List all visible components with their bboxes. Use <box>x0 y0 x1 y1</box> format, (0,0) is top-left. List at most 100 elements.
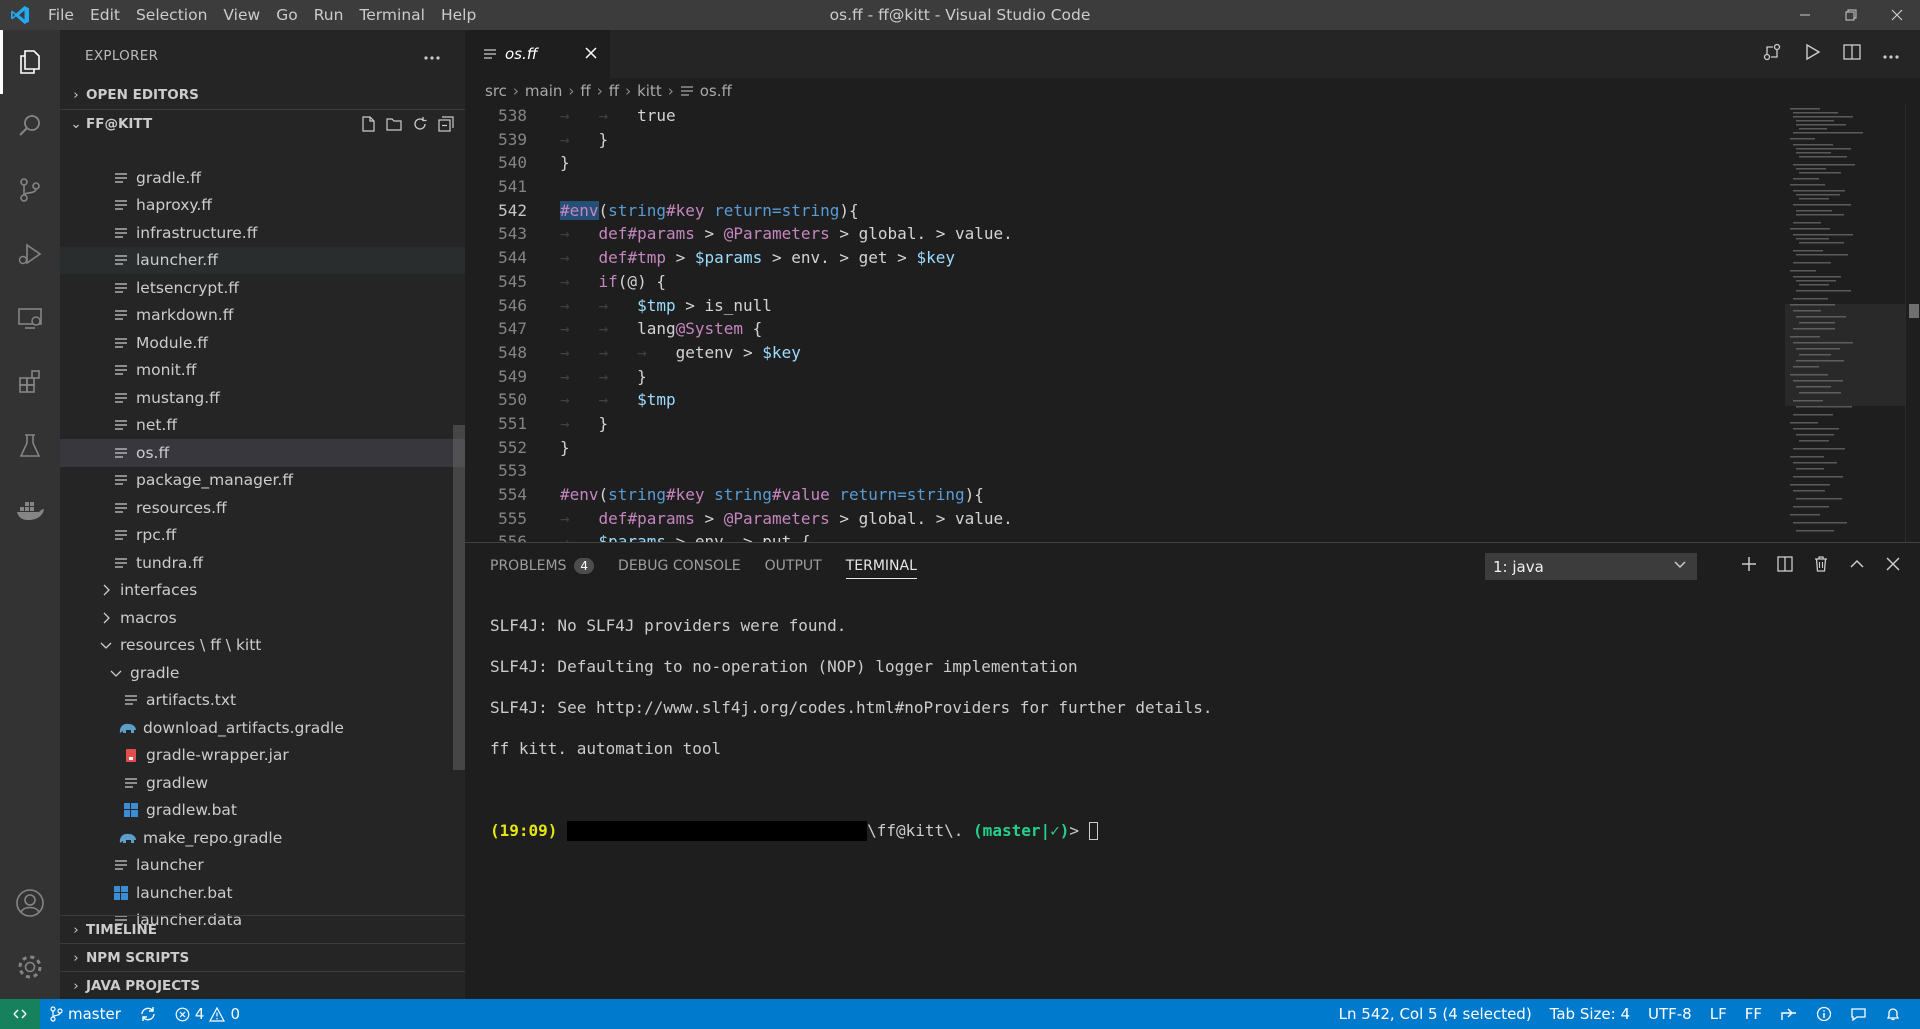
collapse-folders-button[interactable] <box>437 115 455 133</box>
folder-item-macros[interactable]: macros <box>60 604 465 632</box>
file-item[interactable]: artifacts.txt <box>60 687 465 715</box>
tab-os-ff[interactable]: os.ff <box>465 30 610 78</box>
file-item[interactable]: rpc.ff <box>60 522 465 550</box>
tab-terminal[interactable]: TERMINAL <box>845 543 918 588</box>
menu-edit[interactable]: Edit <box>82 0 128 30</box>
activity-manage[interactable] <box>0 935 60 999</box>
tab-problems[interactable]: PROBLEMS 4 <box>490 543 595 588</box>
encoding[interactable]: UTF-8 <box>1639 999 1701 1029</box>
new-folder-button[interactable] <box>385 115 403 133</box>
folder-item-gradle[interactable]: gradle <box>60 659 465 687</box>
file-item[interactable]: tundra.ff <box>60 549 465 577</box>
file-item[interactable]: launcher.ff <box>60 246 465 274</box>
minimize-button[interactable] <box>1782 0 1828 30</box>
language-mode[interactable]: FF <box>1736 999 1771 1029</box>
file-item-active[interactable]: os.ff <box>60 439 465 467</box>
activity-testing[interactable] <box>0 414 60 478</box>
menu-run[interactable]: Run <box>306 0 352 30</box>
file-item[interactable]: net.ff <box>60 412 465 440</box>
file-item[interactable]: make_repo.gradle <box>60 824 465 852</box>
section-open-editors[interactable]: › OPEN EDITORS <box>60 81 465 109</box>
cursor-position[interactable]: Ln 542, Col 5 (4 selected) <box>1330 999 1541 1029</box>
breadcrumb-item[interactable]: ff <box>580 82 590 100</box>
file-item[interactable]: Module.ff <box>60 329 465 357</box>
notifications-button[interactable] <box>1876 999 1910 1029</box>
restore-button[interactable] <box>1828 0 1874 30</box>
section-timeline[interactable]: › TIMELINE <box>60 915 465 943</box>
activity-explorer[interactable] <box>0 30 60 94</box>
file-item[interactable]: gradle.ff <box>60 164 465 192</box>
file-item[interactable]: package_manager.ff <box>60 467 465 495</box>
close-panel-button[interactable] <box>1884 555 1902 577</box>
close-tab-button[interactable] <box>584 45 598 64</box>
refresh-explorer-button[interactable] <box>411 115 429 133</box>
new-file-button[interactable] <box>359 115 377 133</box>
minimap[interactable] <box>1785 104 1905 542</box>
section-npm-scripts[interactable]: › NPM SCRIPTS <box>60 943 465 971</box>
live-share-button[interactable] <box>1771 999 1807 1029</box>
tab-debug-console[interactable]: DEBUG CONSOLE <box>618 543 741 588</box>
branch-indicator[interactable]: master <box>40 999 130 1029</box>
tab-output[interactable]: OUTPUT <box>765 543 822 588</box>
breadcrumb-item[interactable]: os.ff <box>700 82 732 100</box>
split-editor-button[interactable] <box>1842 42 1862 66</box>
section-java-projects[interactable]: › JAVA PROJECTS <box>60 971 465 999</box>
editor-more-button[interactable] <box>1882 45 1900 64</box>
activity-run-debug[interactable] <box>0 222 60 286</box>
activity-accounts[interactable] <box>0 871 60 935</box>
activity-search[interactable] <box>0 94 60 158</box>
menu-selection[interactable]: Selection <box>128 0 215 30</box>
menu-view[interactable]: View <box>215 0 268 30</box>
file-item[interactable]: launcher.bat <box>60 879 465 907</box>
activity-extensions[interactable] <box>0 350 60 414</box>
activity-source-control[interactable] <box>0 158 60 222</box>
new-terminal-button[interactable] <box>1740 555 1758 577</box>
sync-button[interactable] <box>130 999 166 1029</box>
menu-terminal[interactable]: Terminal <box>351 0 433 30</box>
code-editor[interactable]: 538 → → true 539 → } 540} 541 542 #env(stri… <box>465 104 1785 542</box>
problems-indicator[interactable]: 4 0 <box>166 999 249 1029</box>
info-button[interactable] <box>1807 999 1841 1029</box>
kill-terminal-button[interactable] <box>1812 555 1830 577</box>
menu-help[interactable]: Help <box>433 0 484 30</box>
split-terminal-button[interactable] <box>1776 555 1794 577</box>
section-project-root[interactable]: ⌄ FF@KITT <box>60 109 465 137</box>
remote-indicator[interactable] <box>0 999 40 1029</box>
folder-item-resources[interactable]: resources \ ff \ kitt <box>60 632 465 660</box>
gradle-elephant-icon <box>117 831 139 845</box>
file-item[interactable]: infrastructure.ff <box>60 219 465 247</box>
run-button[interactable] <box>1802 42 1822 66</box>
file-item[interactable]: letsencrypt.ff <box>60 274 465 302</box>
maximize-panel-button[interactable] <box>1848 555 1866 577</box>
file-item[interactable]: launcher <box>60 852 465 880</box>
tab-size[interactable]: Tab Size: 4 <box>1541 999 1639 1029</box>
file-item[interactable]: markdown.ff <box>60 302 465 330</box>
file-item[interactable]: mustang.ff <box>60 384 465 412</box>
activity-docker[interactable] <box>0 478 60 542</box>
file-item[interactable]: gradle-wrapper.jar <box>60 742 465 770</box>
more-actions-button[interactable] <box>423 46 441 65</box>
file-item[interactable]: download_artifacts.gradle <box>60 714 465 742</box>
open-changes-button[interactable] <box>1762 42 1782 66</box>
bell-icon <box>1886 1008 1900 1021</box>
breadcrumb-item[interactable]: kitt <box>637 82 662 100</box>
terminal-output[interactable]: SLF4J: No SLF4J providers were found. SL… <box>490 595 1212 882</box>
menu-go[interactable]: Go <box>268 0 306 30</box>
file-item[interactable]: haproxy.ff <box>60 192 465 220</box>
terminal-select[interactable]: 1: java <box>1485 553 1697 580</box>
file-item[interactable]: resources.ff <box>60 494 465 522</box>
activity-remote-explorer[interactable] <box>0 286 60 350</box>
line-ending[interactable]: LF <box>1701 999 1736 1029</box>
menu-file[interactable]: File <box>40 0 82 30</box>
breadcrumb-item[interactable]: src <box>485 82 507 100</box>
sidebar-scrollbar[interactable] <box>453 425 465 770</box>
feedback-button[interactable] <box>1841 999 1876 1029</box>
file-item[interactable]: gradlew <box>60 769 465 797</box>
editor-scrollbar[interactable] <box>1905 104 1920 542</box>
close-window-button[interactable] <box>1874 0 1920 30</box>
file-item[interactable]: monit.ff <box>60 357 465 385</box>
breadcrumb-item[interactable]: main <box>525 82 562 100</box>
folder-item-interfaces[interactable]: interfaces <box>60 577 465 605</box>
file-item[interactable]: gradlew.bat <box>60 797 465 825</box>
breadcrumb-item[interactable]: ff <box>609 82 619 100</box>
